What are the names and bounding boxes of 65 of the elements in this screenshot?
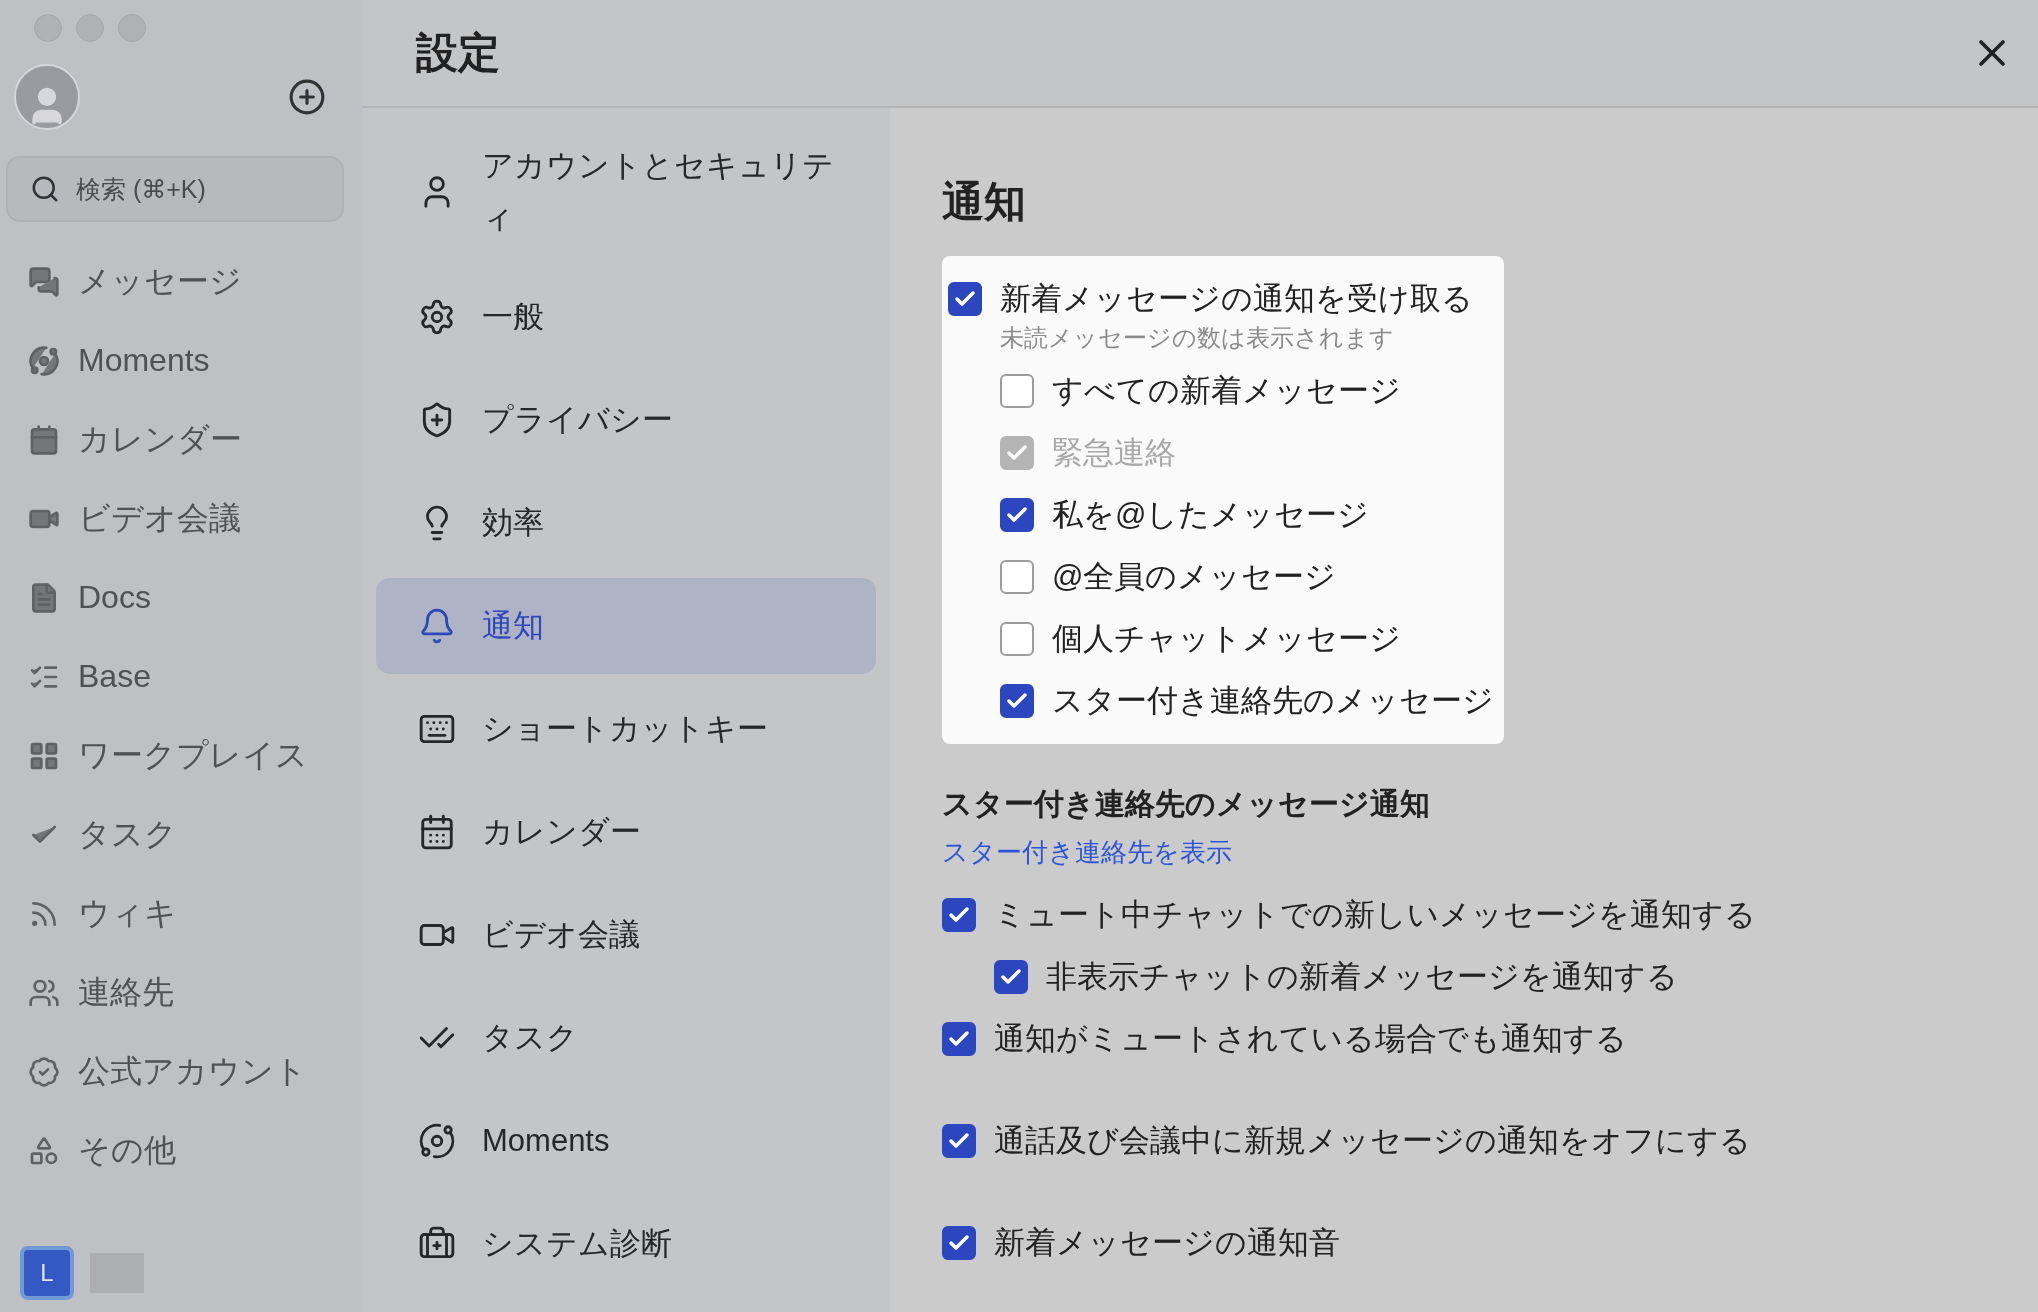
settings-nav-item[interactable]: 効率 — [376, 475, 876, 571]
checkbox[interactable] — [1000, 374, 1034, 408]
option-label: 新着メッセージの通知を受け取る — [1000, 280, 1473, 318]
settings-nav-item[interactable]: ビデオ会議 — [376, 887, 876, 983]
settings-nav-item[interactable]: 通知 — [376, 578, 876, 674]
sidebar-item[interactable]: タスク — [0, 795, 362, 874]
app-tile[interactable]: L — [20, 1246, 74, 1300]
sidebar-item-icon — [28, 423, 60, 456]
search-icon — [30, 174, 60, 204]
settings-nav-item[interactable]: ショートカットキー — [376, 681, 876, 777]
sidebar-item[interactable]: ビデオ会議 — [0, 479, 362, 558]
option-label: @全員のメッセージ — [1052, 558, 1337, 596]
checkbox[interactable] — [1000, 684, 1034, 718]
sidebar-item-icon — [28, 265, 60, 298]
section-heading: 通知 — [942, 177, 1026, 227]
settings-nav-item[interactable]: Moments — [376, 1093, 876, 1189]
add-icon[interactable] — [288, 78, 326, 116]
sidebar-item[interactable]: ウィキ — [0, 874, 362, 953]
option-label: 新着メッセージの通知音 — [994, 1224, 1340, 1262]
sidebar-item[interactable]: メッセージ — [0, 242, 362, 321]
option-label: すべての新着メッセージ — [1052, 372, 1401, 410]
checkbox[interactable] — [1000, 622, 1034, 656]
nav-icon — [418, 607, 456, 645]
option-label: 個人チャットメッセージ — [1052, 620, 1401, 658]
sidebar-item[interactable]: カレンダー — [0, 400, 362, 479]
checkbox[interactable] — [1000, 498, 1034, 532]
nav-icon — [418, 298, 456, 336]
window-title: 設定 — [416, 28, 500, 78]
search-input[interactable]: 検索 (⌘+K) — [74, 173, 298, 205]
option-note: 未読メッセージの数は表示されます — [999, 323, 1395, 353]
settings-nav-item[interactable]: タスク — [376, 990, 876, 1086]
checkbox[interactable] — [942, 1022, 976, 1056]
sidebar-item-icon — [28, 1055, 60, 1088]
sidebar-item[interactable]: Base — [0, 637, 362, 716]
nav-icon — [418, 813, 456, 851]
checkbox[interactable] — [942, 1124, 976, 1158]
checkbox[interactable] — [994, 960, 1028, 994]
option-label: 非表示チャットの新着メッセージを通知する — [1046, 958, 1678, 996]
checkbox[interactable] — [942, 898, 976, 932]
settings-nav-item[interactable]: アカウントとセキュリティ — [376, 122, 876, 262]
option-label: 通話及び会議中に新規メッセージの通知をオフにする — [994, 1122, 1751, 1160]
option-label: 緊急連絡 — [1052, 434, 1176, 472]
sidebar-item-icon — [28, 1134, 60, 1167]
sidebar-item-icon — [28, 344, 60, 377]
sidebar-item[interactable]: 公式アカウント — [0, 1032, 362, 1111]
sidebar-item[interactable]: 連絡先 — [0, 953, 362, 1032]
section-title: スター付き連絡先のメッセージ通知 — [942, 786, 1430, 822]
sidebar-item[interactable]: Docs — [0, 558, 362, 637]
settings-nav-item[interactable]: システム診断 — [376, 1196, 876, 1292]
option-label: ミュート中チャットでの新しいメッセージを通知する — [994, 896, 1756, 934]
starred-contacts-link[interactable]: スター付き連絡先を表示 — [942, 835, 1232, 870]
nav-icon — [418, 1122, 456, 1160]
sidebar-item[interactable]: その他 — [0, 1111, 362, 1190]
settings-nav-item[interactable]: 一般 — [376, 269, 876, 365]
checkbox[interactable] — [942, 1226, 976, 1260]
checkbox[interactable] — [1000, 560, 1034, 594]
checkbox[interactable] — [948, 282, 982, 316]
option-label: 通知がミュートされている場合でも通知する — [994, 1020, 1627, 1058]
option-label: 私を@したメッセージ — [1052, 496, 1370, 534]
sidebar-item[interactable]: Moments — [0, 321, 362, 400]
search-bar[interactable]: 検索 (⌘+K) — [6, 156, 344, 222]
settings-nav-item[interactable]: プライバシー — [376, 372, 876, 468]
sidebar-item[interactable]: ワークプレイス — [0, 716, 362, 795]
settings-nav-item[interactable]: カレンダー — [376, 784, 876, 880]
option-label: スター付き連絡先のメッセージ — [1052, 682, 1494, 720]
